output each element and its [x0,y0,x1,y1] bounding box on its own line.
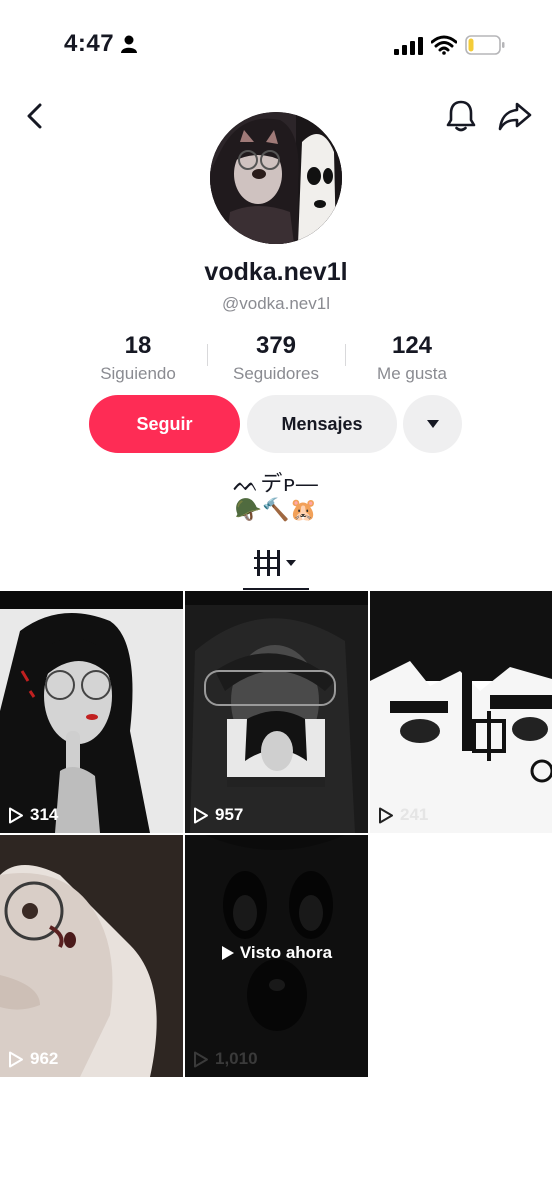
battery-icon [465,35,505,55]
person-icon [121,35,137,53]
stat-likes[interactable]: 124 Me gusta [342,330,482,384]
status-time: 4:47 [64,30,115,57]
share-icon[interactable] [496,98,534,134]
view-count: 962 [8,1049,58,1069]
view-count: 314 [8,805,58,825]
stat-followers-value: 379 [255,332,297,359]
video-thumbnail[interactable]: 241 [370,591,552,833]
view-count-value: 957 [215,805,244,824]
videos-grid-tab-icon[interactable] [254,548,300,578]
view-count: 1,010 [193,1049,258,1069]
play-outline-icon [379,807,393,823]
view-count-value: 241 [400,805,429,824]
play-outline-icon [194,1051,208,1067]
active-tab-indicator [243,588,309,590]
watched-now-text: Visto ahora [239,943,333,962]
bell-icon[interactable] [444,98,478,134]
play-outline-icon [194,807,208,823]
view-count: 957 [193,805,243,825]
stat-likes-label: Me gusta [377,364,447,383]
stat-likes-value: 124 [391,332,433,359]
video-thumbnail[interactable]: 314 [0,591,183,833]
view-count-value: 314 [30,805,59,824]
view-count-value: 962 [30,1049,59,1068]
profile-handle: @vodka.nev1l [222,294,330,313]
stat-following-label: Siguiendo [100,364,176,383]
view-count: 241 [378,805,428,825]
video-thumbnail[interactable]: Visto ahora 1,010 [185,835,368,1077]
more-options-button[interactable] [403,395,462,453]
play-outline-icon [9,1051,23,1067]
follow-button[interactable]: Seguir [89,395,240,453]
back-icon[interactable] [20,100,52,132]
avatar[interactable] [210,112,342,244]
video-thumbnail[interactable]: 957 [185,591,368,833]
watched-now-label: Visto ahora [185,943,368,963]
wifi-icon [431,35,457,55]
stat-following-value: 18 [124,332,152,359]
stat-following[interactable]: 18 Siguiendo [68,330,208,384]
view-count-value: 1,010 [215,1049,258,1068]
bio-line-2: 🪖🔨🐹 [234,497,318,522]
stat-followers-label: Seguidores [232,364,319,383]
caret-down-icon [426,420,439,428]
stat-followers[interactable]: 379 Seguidores [206,330,346,384]
profile-username: vodka.nev1l [204,258,348,286]
message-button[interactable]: Mensajes [247,395,397,453]
video-thumbnail[interactable]: 962 [0,835,183,1077]
play-icon [221,946,234,960]
bio-line-1: ᨓデᴘ— [233,471,319,496]
cellular-signal-icon [394,37,423,55]
play-outline-icon [9,807,23,823]
